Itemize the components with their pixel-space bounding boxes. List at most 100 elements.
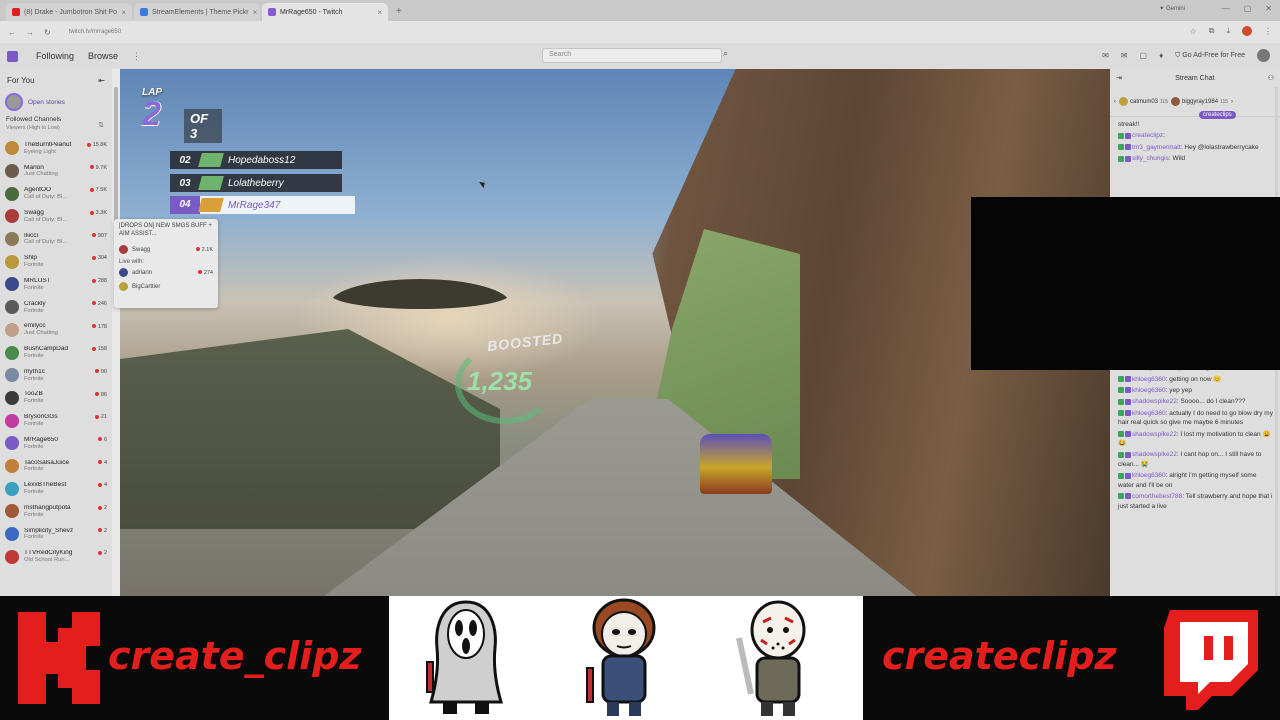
rank-row-self: 04 MrRage347 xyxy=(170,196,355,214)
chat-message: shadowspike22: I cant hop on... I still … xyxy=(1118,451,1262,468)
tooltip-guest[interactable]: adriann 274 xyxy=(119,266,213,280)
badge-icon xyxy=(1125,387,1131,394)
search-input[interactable]: Search xyxy=(542,48,722,63)
profile-avatar[interactable] xyxy=(1242,26,1252,36)
sidebar-channel[interactable]: Iliicci Call of Duty: Bl... 907 xyxy=(0,228,112,251)
new-tab-icon[interactable]: + xyxy=(390,3,408,21)
chat-username[interactable]: createclipz xyxy=(1132,132,1163,139)
minimize-icon[interactable]: — xyxy=(1222,4,1230,13)
channel-game: Just Chatting xyxy=(24,330,58,337)
avatar xyxy=(5,390,19,405)
chat-users-icon[interactable]: ⚇ xyxy=(1268,74,1274,82)
prev-icon[interactable]: ‹ xyxy=(1114,99,1116,105)
chat-username[interactable]: comorthebest788 xyxy=(1132,493,1182,500)
gemini-button[interactable]: ✦ Gemini xyxy=(1159,5,1185,12)
forward-icon[interactable]: → xyxy=(26,28,34,37)
browse-link[interactable]: Browse xyxy=(88,51,118,61)
browser-tab-3[interactable]: MrRage650 - Twitch × xyxy=(262,3,388,21)
sidebar-channel[interactable]: TheBurntPeanut Eyeing Light 15.8K xyxy=(0,137,112,160)
channel-game: Fortnite xyxy=(24,489,44,496)
sort-icon[interactable]: ⇅ xyxy=(98,121,104,129)
avatar xyxy=(5,549,19,564)
sidebar-channel[interactable]: LexxBTheBest Fortnite 4 xyxy=(0,477,112,500)
search-icon[interactable]: ⌕ xyxy=(723,48,728,59)
sidebar-channel[interactable]: myth1c Fortnite 90 xyxy=(0,364,112,387)
inbox-icon[interactable]: ✉ xyxy=(1102,51,1109,60)
chat-username[interactable]: khloeg6360 xyxy=(1132,410,1166,417)
whispers-icon[interactable]: ✉ xyxy=(1121,51,1128,60)
ad-free-button[interactable]: ⛉ Go Ad-Free for Free xyxy=(1175,52,1245,60)
sidebar-channel[interactable]: TooZB Fortnite 86 xyxy=(0,387,112,410)
badge-icon xyxy=(1118,493,1124,500)
sidebar-channel[interactable]: msthangputpota Fortnite 2 xyxy=(0,500,112,523)
sidebar-channel[interactable]: emilycc Just Chatting 178 xyxy=(0,319,112,342)
avatar xyxy=(5,232,19,247)
sidebar-channel[interactable]: TTVRedCityKing Old School Run... 2 xyxy=(0,545,112,568)
chat-username[interactable]: shadowspike22 xyxy=(1132,398,1177,405)
browser-tab-2[interactable]: StreamElements | Theme Pickr × xyxy=(134,3,260,21)
tab-label: StreamElements | Theme Pickr xyxy=(152,8,249,16)
channel-meta: msthangputpota Fortnite xyxy=(24,505,108,518)
extensions-icon[interactable]: ⧉ xyxy=(1209,26,1215,36)
chat-text: yep yep xyxy=(1169,386,1193,394)
close-tab-icon[interactable]: × xyxy=(377,8,382,17)
menu-icon[interactable]: ⋮ xyxy=(1264,27,1272,36)
sidebar-channel[interactable]: MRLUST Fortnite 288 xyxy=(0,273,112,296)
url-field[interactable]: twitch.tv/mrrage650 xyxy=(69,29,121,35)
user-avatar[interactable] xyxy=(1257,49,1270,62)
boost-value: 1,235 xyxy=(467,366,533,396)
lap-counter: LAP 2 OF 3 xyxy=(138,87,222,143)
close-tab-icon[interactable]: × xyxy=(121,8,126,17)
window-controls: — ▢ ✕ xyxy=(1222,4,1272,13)
sidebar-channel[interactable]: Simplicity_Shevz Fortnite 2 xyxy=(0,523,112,546)
kick-channel-name: create_clipz xyxy=(108,634,362,678)
sidebar-channel[interactable]: AgentOO Call of Duty: Bl... 7.5K xyxy=(0,182,112,205)
sidebar-channel[interactable]: Swagg Call of Duty: Bl... 3.3K xyxy=(0,205,112,228)
download-icon[interactable]: ⤓ xyxy=(1226,26,1230,36)
tooltip-host[interactable]: Swagg 2.1K xyxy=(119,243,213,257)
chat-username[interactable]: khloeg6360 xyxy=(1132,472,1166,479)
twitch-logo-icon[interactable] xyxy=(7,50,18,62)
rank-position: 03 xyxy=(179,177,191,189)
close-tab-icon[interactable]: × xyxy=(253,8,258,17)
sidebar-channel[interactable]: Shlp Fortnite 304 xyxy=(0,250,112,273)
chat-username[interactable]: silly_chungis xyxy=(1132,155,1169,162)
chat-username[interactable]: tm3_gaymermatt xyxy=(1132,144,1181,151)
badge-icon xyxy=(1118,155,1124,162)
sidebar-channel[interactable]: Crackly Fortnite 246 xyxy=(0,296,112,319)
pinned-tag-wrap: createclips xyxy=(1199,103,1236,121)
followed-sort-label: Viewers (High to Low) xyxy=(6,125,60,131)
gifter[interactable]: catmum03 115 xyxy=(1119,97,1168,106)
sidebar-channel[interactable]: BushCampDad Fortnite 158 xyxy=(0,341,112,364)
video-player[interactable] xyxy=(120,69,1110,596)
chat-username[interactable]: khloeg6360 xyxy=(1132,387,1166,394)
channel-meta: TTVRedCityKing Old School Run... xyxy=(24,550,108,563)
badge-icon xyxy=(1125,451,1131,458)
notifications-icon[interactable]: ♦ xyxy=(1159,51,1163,60)
back-icon[interactable]: ← xyxy=(8,28,16,37)
open-stories-button[interactable]: Open stories xyxy=(0,91,112,113)
bookmark-star-icon[interactable]: ☆ xyxy=(1190,27,1197,36)
sidebar-channel[interactable]: Marlon Just Chatting 9.7K xyxy=(0,160,112,183)
sidebar-channel[interactable]: MrRage650 Fortnite 6 xyxy=(0,432,112,455)
channel-name: MrRage650 xyxy=(24,436,58,443)
chat-username[interactable]: khloeg6360 xyxy=(1132,376,1166,383)
prime-icon[interactable]: ▢ xyxy=(1140,51,1148,60)
collapse-sidebar-icon[interactable]: ⇤ xyxy=(98,76,105,85)
browser-tab-1[interactable]: (8) Drake - Jumbotron Shit Po × xyxy=(6,3,132,21)
maximize-icon[interactable]: ▢ xyxy=(1244,4,1252,13)
racer-icon xyxy=(198,198,224,212)
chat-username[interactable]: shadowspike22 xyxy=(1132,451,1177,458)
sidebar-channel[interactable]: BrysonGGs Fortnite 21 xyxy=(0,409,112,432)
badge-icon xyxy=(1118,144,1124,151)
badge-icon xyxy=(1125,155,1131,162)
sidebar-channel[interactable]: TacoSalsaJuice Fortnite 4 xyxy=(0,455,112,478)
more-icon[interactable]: ⋮ xyxy=(132,51,141,62)
viewer-count: 15.8K xyxy=(87,142,107,148)
reload-icon[interactable]: ↻ xyxy=(44,28,51,37)
chat-username[interactable]: shadowspike22 xyxy=(1132,431,1177,438)
tooltip-guest[interactable]: BigCarttier xyxy=(119,280,213,294)
sidebar-scrollbar[interactable] xyxy=(112,69,120,596)
following-link[interactable]: Following xyxy=(36,51,74,61)
close-window-icon[interactable]: ✕ xyxy=(1265,4,1272,13)
